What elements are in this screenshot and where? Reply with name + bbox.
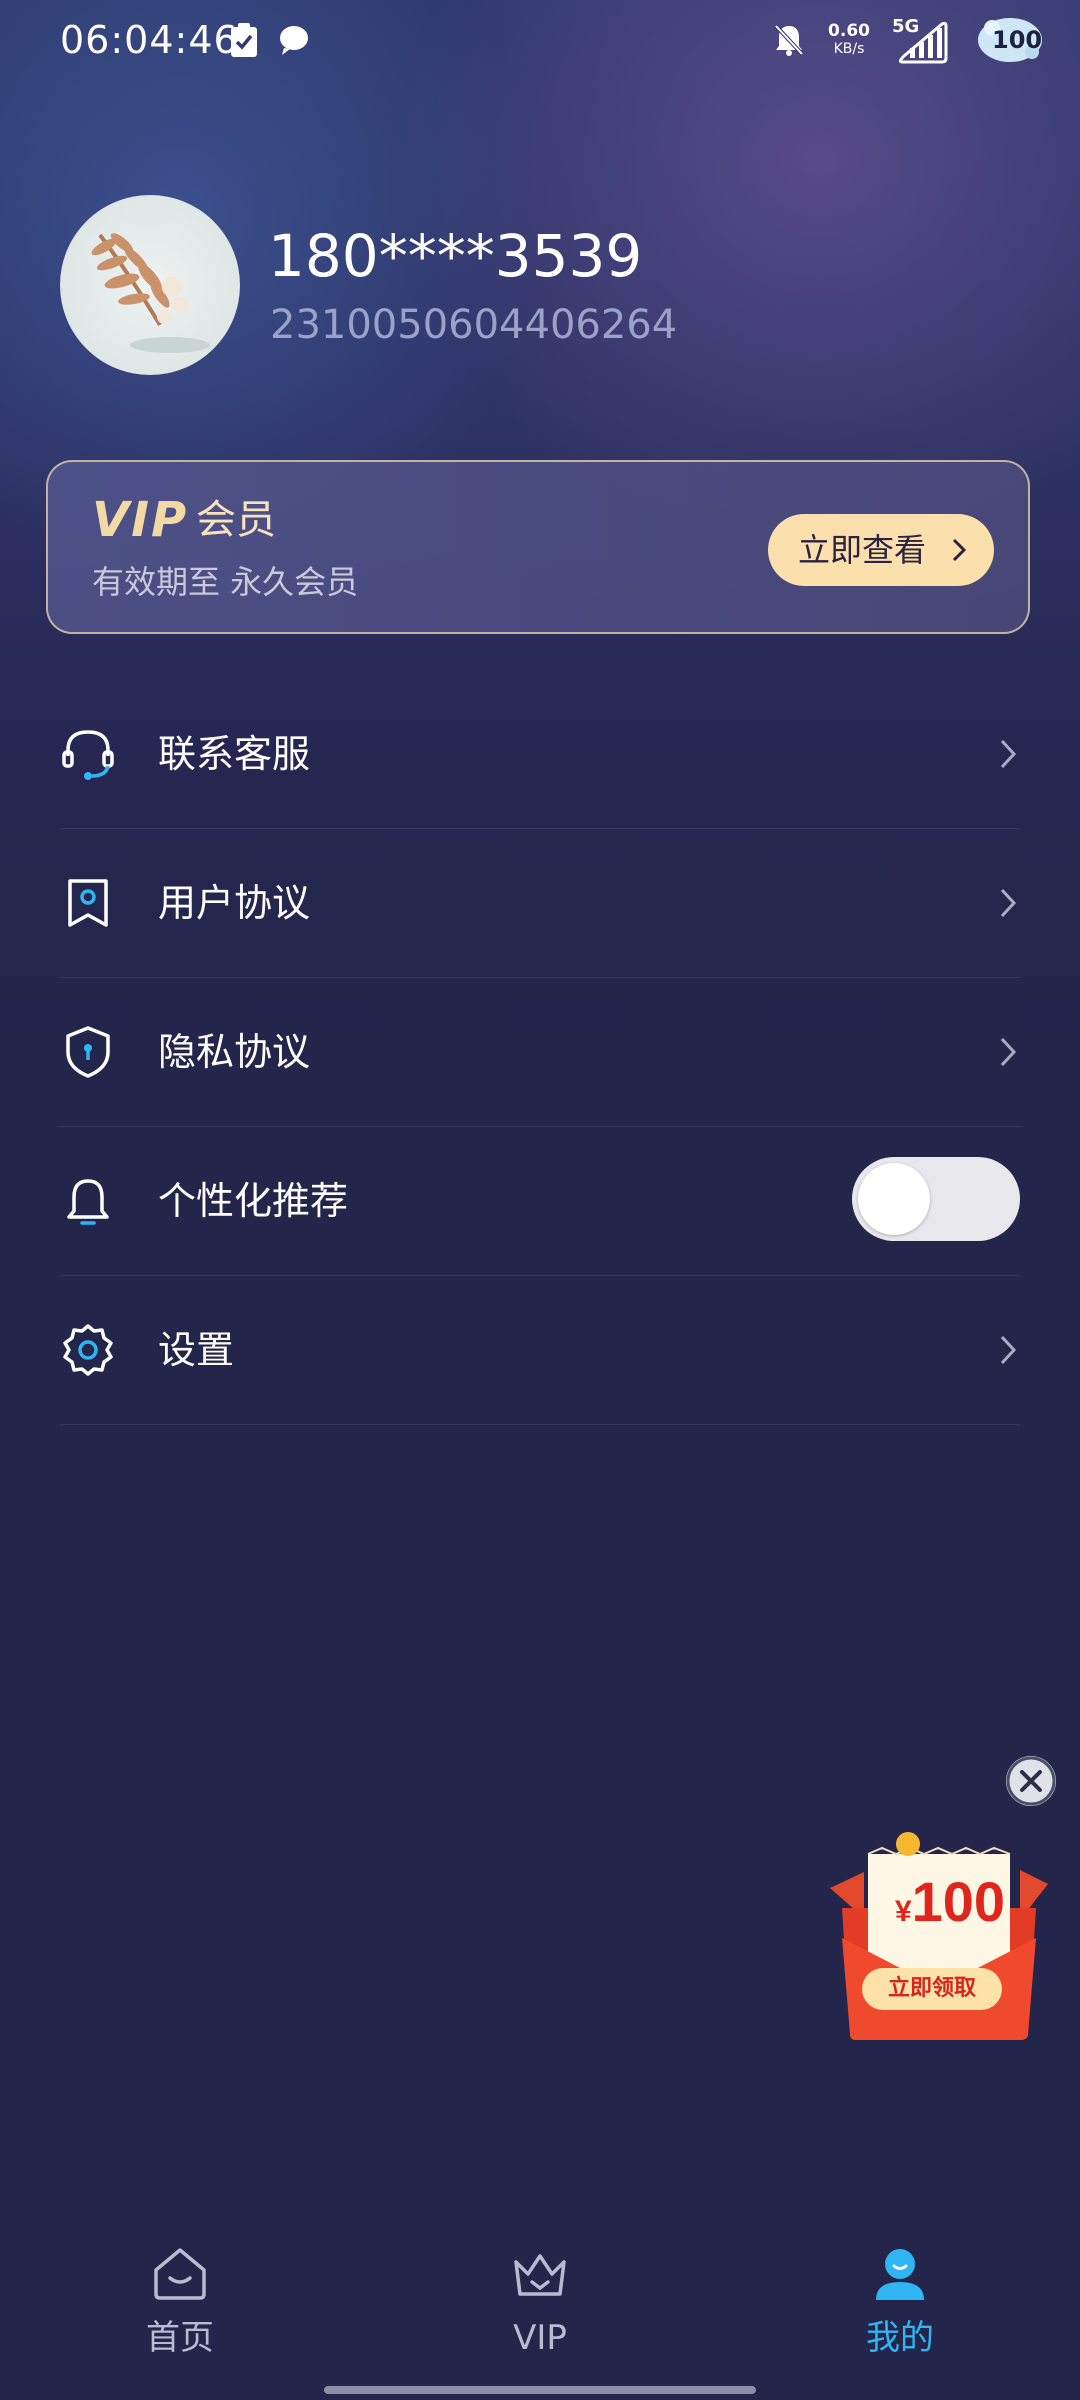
- menu-item-privacy-policy[interactable]: 隐私协议: [60, 978, 1020, 1127]
- red-envelope-promo[interactable]: ¥100 立即领取: [824, 1828, 1054, 2044]
- promo-claim-button[interactable]: 立即领取: [862, 1968, 1002, 2010]
- chevron-right-icon: [1000, 888, 1017, 918]
- gear-icon: [63, 1324, 113, 1376]
- clipboard-check-icon: [231, 23, 257, 57]
- user-id: 2310050604406264: [270, 302, 678, 348]
- nav-vip[interactable]: VIP: [440, 2244, 640, 2360]
- personalized-recommendation-toggle[interactable]: [852, 1157, 1020, 1241]
- vip-logo: VIP: [92, 492, 189, 548]
- bookmark-icon: [68, 879, 108, 927]
- chevron-right-icon: [1000, 1037, 1017, 1067]
- vip-view-button[interactable]: 立即查看: [768, 514, 994, 586]
- mute-bell-icon: [774, 24, 804, 56]
- status-system-icons: 0.60 KB/s 5G 100: [772, 14, 1050, 66]
- avatar[interactable]: [60, 195, 240, 375]
- nav-label-home: 首页: [146, 2318, 214, 2358]
- net-speed-value: 0.60: [828, 21, 870, 41]
- menu-item-personalized-recommendation: 个性化推荐: [60, 1127, 1020, 1276]
- close-icon: [1006, 1756, 1056, 1806]
- menu-label-settings: 设置: [158, 1328, 235, 1372]
- promo-amount-value: 100: [911, 1870, 1006, 1933]
- menu-label-user-agreement: 用户协议: [158, 881, 311, 925]
- home-icon: [154, 2248, 206, 2300]
- bell-icon: [67, 1179, 109, 1225]
- vip-view-button-label: 立即查看: [798, 531, 927, 569]
- nav-label-vip: VIP: [513, 2318, 567, 2358]
- crown-icon: [514, 2254, 566, 2296]
- net-speed: 0.60 KB/s: [828, 22, 870, 58]
- menu-item-settings[interactable]: 设置: [60, 1276, 1020, 1425]
- user-phone: 180****3539: [268, 222, 643, 290]
- chat-bubble-icon: [280, 26, 308, 55]
- settings-menu: 联系客服 用户协议 隐私协议 个性化推荐 设置: [60, 680, 1020, 1425]
- chevron-right-icon: [1000, 1335, 1017, 1365]
- net-speed-unit: KB/s: [833, 41, 865, 57]
- battery-icon: 100: [974, 14, 1050, 66]
- nav-mine[interactable]: 我的: [800, 2244, 1000, 2360]
- vip-title: 会员: [196, 497, 276, 543]
- nav-label-mine: 我的: [866, 2318, 934, 2358]
- vip-expiry: 有效期至 永久会员: [92, 563, 359, 601]
- chevron-right-icon: [1000, 739, 1017, 769]
- chevron-right-icon: [952, 538, 967, 562]
- signal-icon: 5G: [892, 16, 952, 64]
- nav-home[interactable]: 首页: [80, 2244, 280, 2360]
- promo-amount: ¥100: [870, 1872, 1030, 1942]
- promo-currency: ¥: [894, 1895, 912, 1928]
- shield-icon: [66, 1026, 110, 1078]
- menu-item-user-agreement[interactable]: 用户协议: [60, 829, 1020, 978]
- toggle-knob: [858, 1163, 930, 1235]
- headset-icon: [62, 730, 114, 780]
- menu-label-customer-service: 联系客服: [158, 732, 311, 776]
- menu-item-customer-service[interactable]: 联系客服: [60, 680, 1020, 829]
- promo-close-button[interactable]: [1006, 1756, 1056, 1806]
- vip-card[interactable]: VIP 会员 有效期至 永久会员 立即查看: [46, 460, 1030, 634]
- fern-leaf-image: [91, 233, 210, 353]
- user-icon: [876, 2249, 924, 2300]
- bottom-nav: 首页 VIP 我的: [0, 2220, 1080, 2400]
- battery-level: 100: [992, 26, 1043, 54]
- home-indicator[interactable]: [324, 2386, 756, 2394]
- status-time: 06:04:46: [60, 18, 239, 62]
- menu-label-personalized-recommendation: 个性化推荐: [158, 1179, 349, 1223]
- menu-label-privacy-policy: 隐私协议: [158, 1030, 311, 1074]
- status-notification-icons: [228, 22, 310, 58]
